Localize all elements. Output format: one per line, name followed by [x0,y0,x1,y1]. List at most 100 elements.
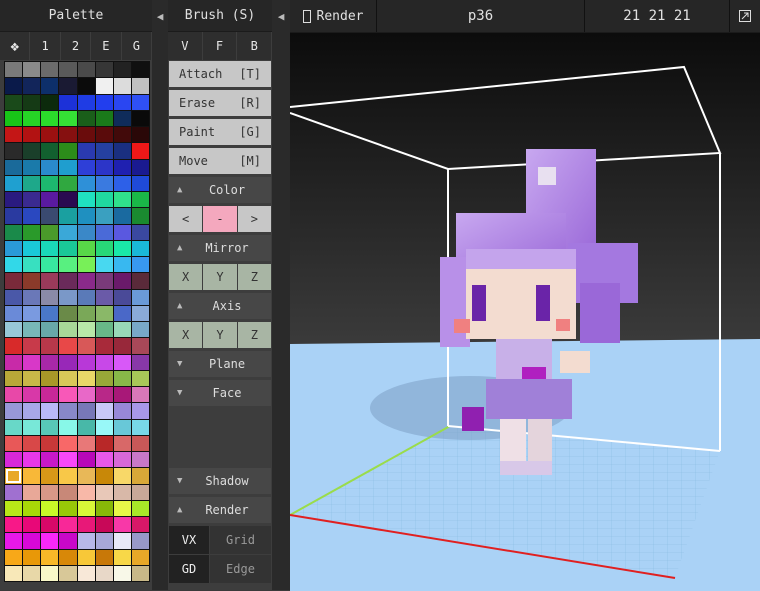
palette-swatch[interactable] [41,110,59,126]
palette-swatch[interactable] [23,387,41,403]
palette-swatch[interactable] [77,62,95,78]
palette-swatch[interactable] [41,143,59,159]
palette-swatch[interactable] [5,289,23,305]
collapse-left-icon[interactable]: ◀ [157,10,164,23]
axis-x-toggle[interactable]: X [169,322,203,348]
palette-swatch[interactable] [113,484,131,500]
palette-swatch[interactable] [113,533,131,549]
palette-swatch[interactable] [59,175,77,191]
palette-swatch[interactable] [131,240,149,256]
palette-swatch[interactable] [23,240,41,256]
palette-swatch[interactable] [5,452,23,468]
palette-swatch[interactable] [23,517,41,533]
palette-swatch[interactable] [131,354,149,370]
palette-swatch[interactable] [131,419,149,435]
mirror-section-header[interactable]: ▲ Mirror [169,235,271,261]
palette-swatch[interactable] [77,159,95,175]
palette-swatch[interactable] [131,257,149,273]
palette-swatch[interactable] [77,484,95,500]
palette-swatch[interactable] [113,175,131,191]
palette-swatch[interactable] [77,403,95,419]
palette-swatch[interactable] [77,273,95,289]
palette-swatch[interactable] [95,370,113,386]
palette-swatch[interactable] [131,110,149,126]
palette-swatch[interactable] [113,517,131,533]
palette-swatch[interactable] [77,192,95,208]
palette-tab-g[interactable]: G [121,32,152,60]
palette-swatch[interactable] [23,435,41,451]
palette-swatch[interactable] [95,159,113,175]
palette-swatch[interactable] [59,289,77,305]
palette-swatch[interactable] [95,305,113,321]
palette-swatch[interactable] [77,257,95,273]
palette-swatch[interactable] [41,273,59,289]
palette-swatch[interactable] [113,549,131,565]
palette-swatch[interactable] [95,452,113,468]
palette-swatch[interactable] [41,419,59,435]
palette-swatch[interactable] [59,500,77,516]
palette-swatch[interactable] [113,192,131,208]
axis-section-header[interactable]: ▲ Axis [169,293,271,319]
palette-swatch[interactable] [41,224,59,240]
brush-collapse-strip[interactable]: ◀ [272,0,290,590]
palette-swatch[interactable] [5,305,23,321]
palette-swatch[interactable] [113,305,131,321]
palette-swatch[interactable] [95,240,113,256]
palette-swatch[interactable] [131,175,149,191]
mirror-y-toggle[interactable]: Y [203,264,237,290]
palette-swatch[interactable] [59,208,77,224]
palette-swatch[interactable] [23,159,41,175]
palette-swatch[interactable] [131,500,149,516]
palette-swatch[interactable] [77,289,95,305]
palette-swatch[interactable] [59,354,77,370]
palette-swatch[interactable] [77,517,95,533]
palette-swatch[interactable] [113,387,131,403]
palette-swatch[interactable] [95,273,113,289]
render-section-header[interactable]: ▲ Render [169,497,271,523]
palette-swatch[interactable] [77,224,95,240]
brush-mode-f[interactable]: F [202,32,237,60]
palette-swatch[interactable] [5,159,23,175]
palette-swatch[interactable] [23,208,41,224]
palette-swatch[interactable] [77,354,95,370]
palette-swatch[interactable] [113,240,131,256]
palette-swatch[interactable] [95,110,113,126]
palette-swatch[interactable] [41,240,59,256]
palette-swatch[interactable] [41,208,59,224]
palette-swatch[interactable] [41,322,59,338]
palette-swatch[interactable] [95,143,113,159]
palette-swatch[interactable] [113,78,131,94]
palette-swatch[interactable] [95,94,113,110]
palette-swatch[interactable] [59,565,77,581]
palette-swatch[interactable] [5,354,23,370]
palette-swatch[interactable] [77,208,95,224]
axis-y-toggle[interactable]: Y [203,322,237,348]
palette-swatch[interactable] [5,338,23,354]
color-next-button[interactable]: > [237,206,271,232]
palette-swatch[interactable] [131,224,149,240]
palette-swatch[interactable] [59,452,77,468]
palette-swatch[interactable] [41,338,59,354]
palette-swatch[interactable] [23,565,41,581]
palette-swatch[interactable] [113,565,131,581]
palette-swatch[interactable] [95,322,113,338]
palette-swatch[interactable] [5,208,23,224]
palette-swatch[interactable] [41,468,59,484]
palette-tab-1[interactable]: 1 [30,32,60,60]
color-prev-button[interactable]: < [169,206,203,232]
palette-swatch[interactable] [5,500,23,516]
palette-swatch[interactable] [23,500,41,516]
palette-swatch[interactable] [131,127,149,143]
palette-swatch[interactable] [41,565,59,581]
palette-swatch[interactable] [41,94,59,110]
mirror-x-toggle[interactable]: X [169,264,203,290]
palette-swatch[interactable] [41,435,59,451]
palette-swatch[interactable] [41,78,59,94]
palette-swatch[interactable] [113,208,131,224]
palette-swatch[interactable] [23,370,41,386]
palette-swatch[interactable] [5,370,23,386]
palette-swatch[interactable] [95,387,113,403]
brush-mode-v[interactable]: V [168,32,202,60]
palette-swatch[interactable] [5,78,23,94]
render-button[interactable]: Render [290,0,377,32]
